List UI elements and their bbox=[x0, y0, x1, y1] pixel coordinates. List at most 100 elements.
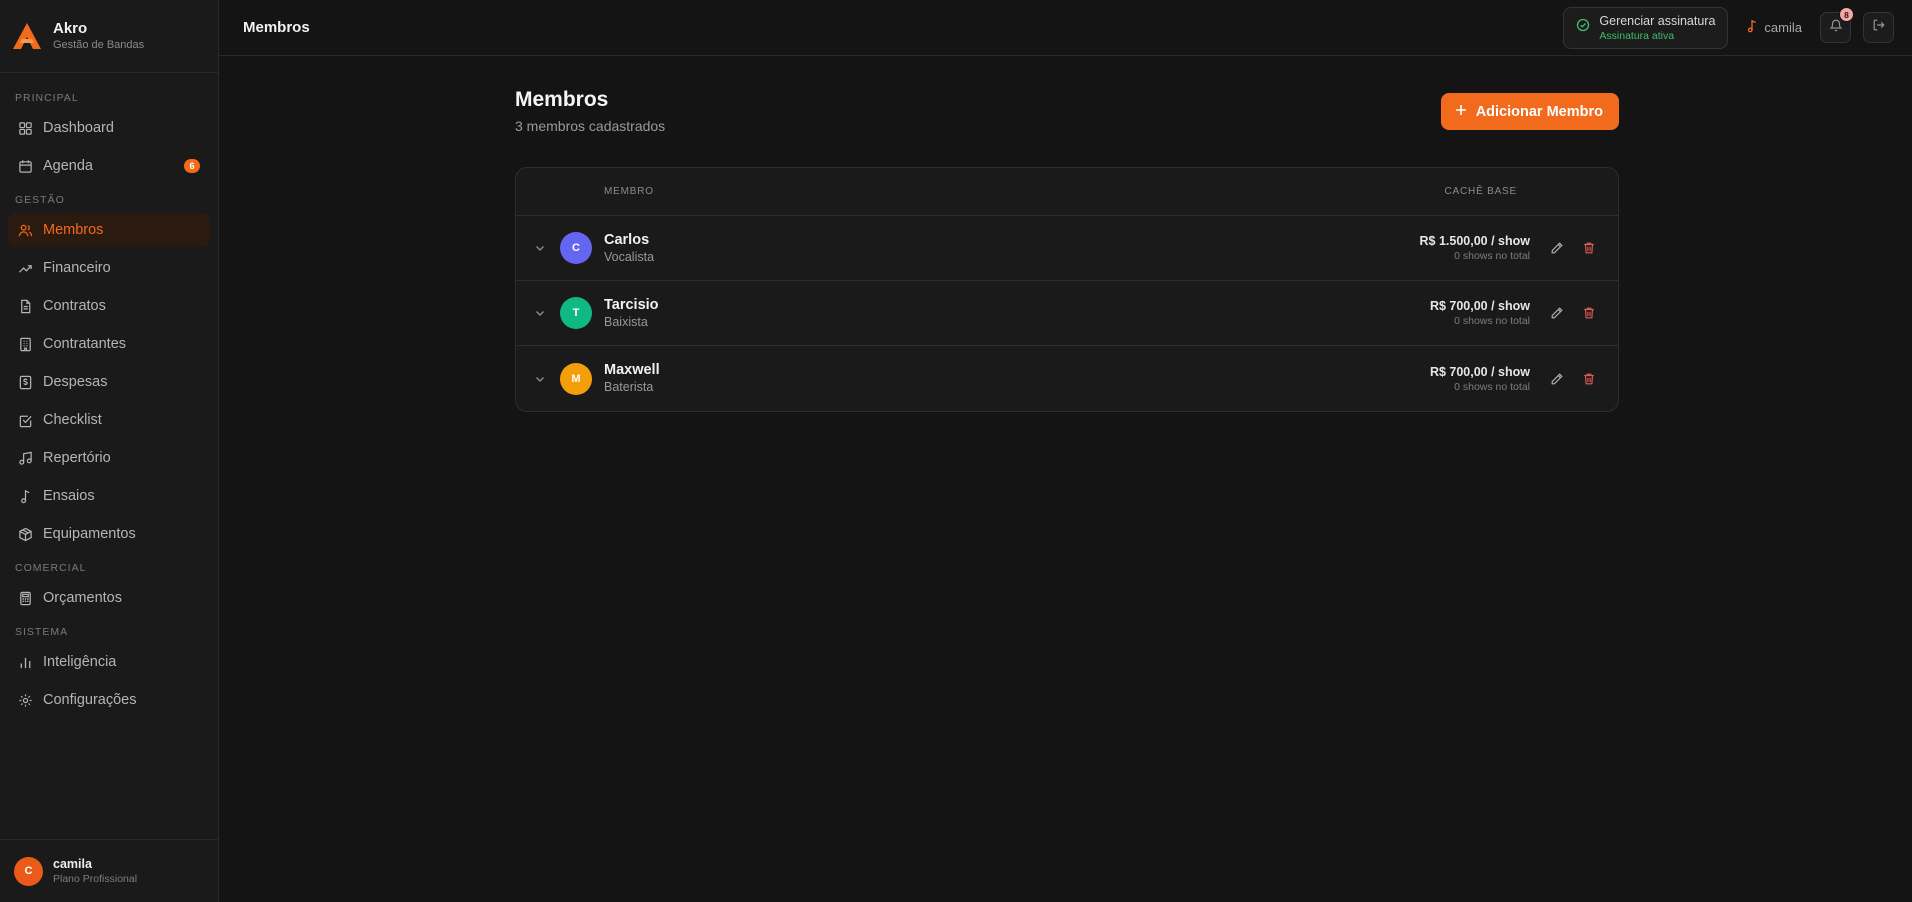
sidebar-item-label: Financeiro bbox=[43, 260, 111, 276]
edit-member-button[interactable] bbox=[1548, 239, 1566, 257]
bar-chart-icon bbox=[17, 654, 33, 670]
sidebar-item-despesas[interactable]: Despesas bbox=[8, 365, 210, 399]
topbar: Membros Gerenciar assinatura Assinatura … bbox=[219, 0, 1912, 56]
subscription-title: Gerenciar assinatura bbox=[1599, 13, 1716, 28]
notifications-button[interactable]: 8 bbox=[1820, 7, 1854, 43]
pencil-icon bbox=[1551, 372, 1563, 384]
sidebar-item-label: Orçamentos bbox=[43, 590, 122, 606]
sidebar-item-membros[interactable]: Membros bbox=[8, 213, 210, 247]
delete-member-button[interactable] bbox=[1580, 304, 1598, 322]
avatar: T bbox=[560, 297, 592, 329]
sidebar-item-label: Contratantes bbox=[43, 336, 127, 352]
chevron-down-icon[interactable] bbox=[532, 305, 548, 321]
sidebar-item-financeiro[interactable]: Financeiro bbox=[8, 251, 210, 285]
pencil-icon bbox=[1551, 242, 1563, 254]
add-member-button[interactable]: Adicionar Membro bbox=[1440, 93, 1619, 130]
avatar: C bbox=[560, 232, 592, 264]
members-table: MEMBRO CACHÊ BASE C Carlos Vocalista R$ … bbox=[515, 167, 1619, 412]
music-icon bbox=[17, 450, 33, 466]
calculator-icon bbox=[17, 590, 33, 606]
main: Membros Gerenciar assinatura Assinatura … bbox=[219, 0, 1912, 902]
table-row[interactable]: C Carlos Vocalista R$ 1.500,00 / show 0 … bbox=[516, 216, 1618, 281]
pencil-icon bbox=[1551, 307, 1563, 319]
member-shows: 0 shows no total bbox=[1454, 315, 1530, 327]
members-heading: Membros bbox=[515, 88, 609, 111]
member-role: Baterista bbox=[604, 380, 654, 394]
brand-subtitle: Gestão de Bandas bbox=[53, 38, 145, 51]
member-shows: 0 shows no total bbox=[1454, 250, 1530, 262]
sidebar-item-label: Equipamentos bbox=[43, 526, 136, 542]
sidebar-item-orcamentos[interactable]: Orçamentos bbox=[8, 581, 210, 615]
trash-icon bbox=[1584, 373, 1594, 384]
table-row[interactable]: M Maxwell Baterista R$ 700,00 / show 0 s… bbox=[516, 346, 1618, 411]
sidebar: Akro Gestão de Bandas PRINCIPAL Dashboar… bbox=[0, 0, 219, 902]
sidebar-item-repertorio[interactable]: Repertório bbox=[8, 441, 210, 475]
agenda-count-badge: 6 bbox=[184, 159, 200, 173]
column-member: MEMBRO bbox=[604, 186, 654, 197]
avatar: M bbox=[560, 362, 592, 395]
content: Membros 3 membros cadastrados Adicionar … bbox=[219, 56, 1912, 412]
sidebar-item-label: Checklist bbox=[43, 412, 102, 428]
user-chip-name: camila bbox=[1764, 20, 1802, 35]
sidebar-item-label: Configurações bbox=[43, 692, 137, 708]
akro-logo-icon bbox=[10, 19, 44, 53]
calendar-icon bbox=[17, 158, 33, 174]
sidebar-item-ensaios[interactable]: Ensaios bbox=[8, 479, 210, 513]
sidebar-item-label: Despesas bbox=[43, 374, 108, 390]
building-icon bbox=[17, 336, 33, 352]
grid-icon bbox=[17, 120, 33, 136]
members-count: 3 membros cadastrados bbox=[515, 118, 666, 134]
sidebar-item-checklist[interactable]: Checklist bbox=[8, 403, 210, 437]
trash-icon bbox=[1584, 307, 1594, 319]
sidebar-item-contratos[interactable]: Contratos bbox=[8, 289, 210, 323]
notification-count-badge: 8 bbox=[1839, 7, 1854, 22]
add-member-label: Adicionar Membro bbox=[1475, 103, 1603, 120]
gear-icon bbox=[17, 692, 33, 708]
section-comercial: COMERCIAL bbox=[15, 562, 87, 574]
member-shows: 0 shows no total bbox=[1454, 380, 1530, 393]
sidebar-item-dashboard[interactable]: Dashboard bbox=[8, 111, 210, 145]
member-role: Vocalista bbox=[604, 249, 655, 264]
avatar: C bbox=[14, 856, 43, 886]
file-icon bbox=[17, 298, 33, 314]
member-name: Maxwell bbox=[604, 362, 660, 378]
package-icon bbox=[17, 526, 33, 542]
table-header: MEMBRO CACHÊ BASE bbox=[516, 168, 1618, 216]
sidebar-item-agenda[interactable]: Agenda 6 bbox=[8, 149, 210, 183]
sidebar-user-name: camila bbox=[53, 857, 92, 871]
chevron-down-icon[interactable] bbox=[532, 371, 548, 387]
edit-member-button[interactable] bbox=[1548, 370, 1566, 388]
chevron-down-icon[interactable] bbox=[532, 240, 548, 256]
edit-member-button[interactable] bbox=[1548, 304, 1566, 322]
trending-up-icon bbox=[17, 260, 33, 276]
sidebar-item-label: Membros bbox=[43, 222, 104, 238]
logout-button[interactable] bbox=[1863, 12, 1894, 43]
member-role: Baixista bbox=[604, 314, 648, 329]
table-row[interactable]: T Tarcisio Baixista R$ 700,00 / show 0 s… bbox=[516, 281, 1618, 346]
brand[interactable]: Akro Gestão de Bandas bbox=[0, 0, 218, 73]
delete-member-button[interactable] bbox=[1580, 239, 1598, 257]
sidebar-item-contratantes[interactable]: Contratantes bbox=[8, 327, 210, 361]
trash-icon bbox=[1584, 242, 1594, 254]
sidebar-item-configuracoes[interactable]: Configurações bbox=[8, 683, 210, 717]
sidebar-item-inteligencia[interactable]: Inteligência bbox=[8, 645, 210, 679]
page-header: Membros 3 membros cadastrados Adicionar … bbox=[515, 85, 1619, 157]
column-cache: CACHÊ BASE bbox=[1444, 186, 1517, 197]
member-cache: R$ 700,00 / show bbox=[1429, 364, 1530, 379]
music-note-icon bbox=[17, 488, 33, 504]
member-name: Tarcisio bbox=[604, 296, 659, 313]
member-cache: R$ 700,00 / show bbox=[1429, 299, 1530, 313]
manage-subscription-button[interactable]: Gerenciar assinatura Assinatura ativa bbox=[1563, 6, 1729, 49]
sidebar-nav: PRINCIPAL Dashboard Agenda 6 GESTÃO Memb… bbox=[0, 73, 218, 839]
bell-icon bbox=[1828, 18, 1843, 37]
sidebar-item-label: Dashboard bbox=[43, 120, 114, 136]
sidebar-user[interactable]: C camila Plano Profissional bbox=[0, 839, 218, 902]
delete-member-button[interactable] bbox=[1580, 370, 1598, 388]
member-name: Carlos bbox=[604, 231, 650, 248]
brand-name: Akro bbox=[53, 19, 88, 37]
section-principal: PRINCIPAL bbox=[15, 92, 79, 104]
sidebar-item-equipamentos[interactable]: Equipamentos bbox=[8, 517, 210, 551]
member-cache: R$ 1.500,00 / show bbox=[1419, 234, 1530, 248]
sidebar-item-label: Agenda bbox=[43, 158, 93, 174]
user-chip[interactable]: camila bbox=[1746, 19, 1802, 36]
